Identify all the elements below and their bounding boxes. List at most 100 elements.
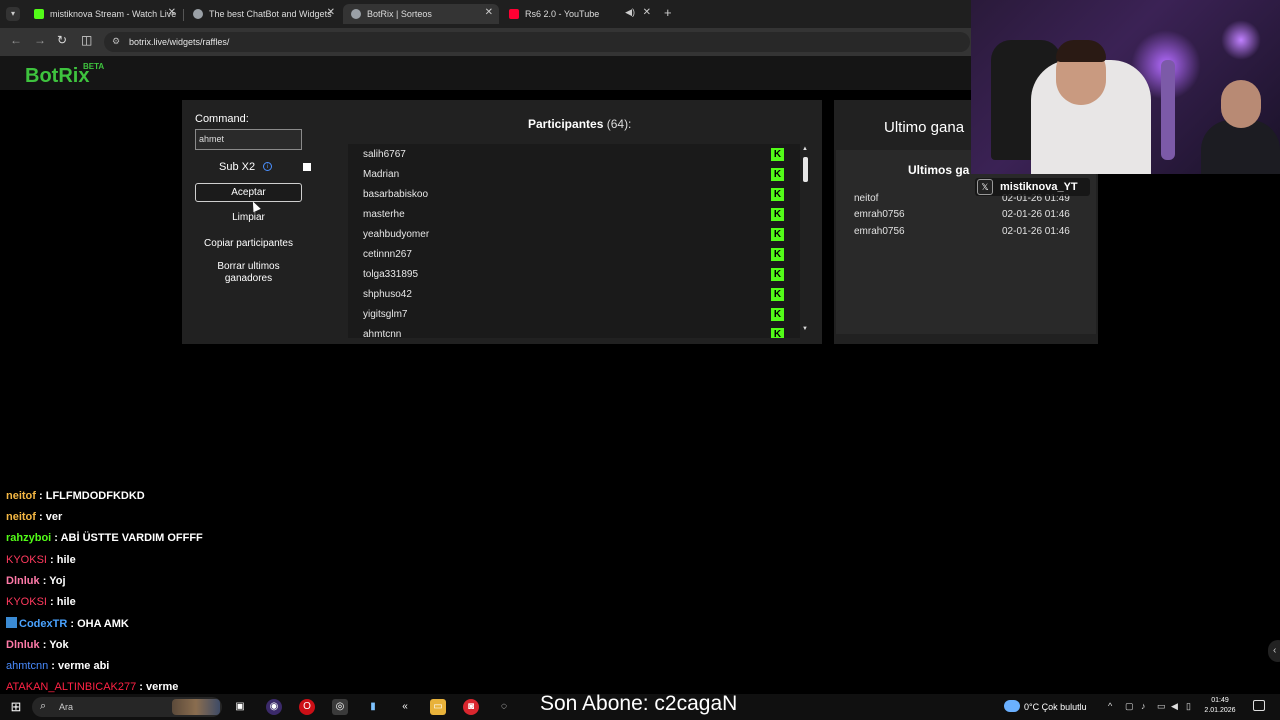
- address-bar[interactable]: ⚙ botrix.live/widgets/raffles/: [104, 32, 970, 52]
- tab-search-dropdown[interactable]: ▾: [6, 7, 20, 21]
- botrix-logo[interactable]: BotRix: [25, 65, 89, 88]
- capcut-icon[interactable]: «: [397, 699, 413, 715]
- windows-start-icon[interactable]: ⊞: [8, 699, 24, 715]
- participant-name: tolga331895: [363, 269, 419, 280]
- accept-button[interactable]: Aceptar: [195, 183, 302, 202]
- winner-name: emrah0756: [854, 209, 905, 220]
- chat-line: CodexTR : OHA AMK: [6, 617, 129, 630]
- last-winner-title: Ultimo gana: [884, 119, 965, 136]
- url-text[interactable]: botrix.live/widgets/raffles/: [129, 37, 229, 47]
- chat-line: ATAKAN_ALTINBICAK277 : verme: [6, 681, 178, 693]
- tab-botrix-sorteos[interactable]: BotRix | Sorteos ✕: [343, 4, 499, 24]
- clear-button[interactable]: Limpiar: [195, 212, 302, 223]
- notification-icon[interactable]: [1253, 700, 1265, 711]
- kick-platform-icon: K: [771, 148, 784, 161]
- tray-app-icon[interactable]: ▢: [1125, 701, 1134, 712]
- file-explorer-icon[interactable]: ▭: [430, 699, 446, 715]
- chat-line: rahzyboi : ABİ ÜSTTE VARDIM OFFFF: [6, 532, 203, 544]
- app-icon[interactable]: ▮: [365, 699, 381, 715]
- chat-user: ahmtcnn: [6, 660, 49, 672]
- weather-cloud-icon[interactable]: [1004, 700, 1020, 712]
- split-view-icon[interactable]: ◫: [81, 33, 92, 47]
- obs-icon[interactable]: ◌: [496, 699, 512, 715]
- taskbar-search[interactable]: ⌕ Ara: [32, 697, 222, 717]
- participant-row: salih6767 K: [363, 144, 793, 164]
- tab-close-icon[interactable]: ✕: [327, 7, 335, 18]
- participant-name: shphuso42: [363, 289, 412, 300]
- tab-close-icon[interactable]: ✕: [168, 7, 176, 18]
- speaker-icon[interactable]: ◀): [625, 7, 635, 18]
- chat-user: KYOKSI: [6, 596, 47, 608]
- last-winners-title: Ultimos ga: [908, 163, 970, 177]
- winner-date: 02-01-26 01:46: [1002, 226, 1070, 237]
- copy-participants-button[interactable]: Copiar participantes: [195, 238, 302, 249]
- network-icon[interactable]: ▭: [1157, 701, 1166, 712]
- tab-kick-stream[interactable]: mistiknova Stream - Watch Live ✕: [26, 4, 182, 24]
- participants-list[interactable]: salih6767 K Madrian K basarbabiskoo K ma…: [348, 144, 800, 338]
- tab-title: The best ChatBot and Widgets: [209, 9, 332, 19]
- chat-message: : LFLFMDODFKDKD: [39, 490, 145, 502]
- participant-name: yigitsglm7: [363, 309, 408, 320]
- kick-platform-icon: K: [771, 288, 784, 301]
- forward-icon[interactable]: →: [34, 33, 46, 47]
- side-expand-icon[interactable]: ‹: [1268, 640, 1280, 662]
- scrollbar-thumb[interactable]: [803, 157, 808, 182]
- scroll-down-arrow-icon[interactable]: ▼: [802, 326, 808, 332]
- delete-last-winners-button[interactable]: Borrar ultimos ganadores: [195, 261, 302, 285]
- chrome-icon[interactable]: ◎: [332, 699, 348, 715]
- scroll-up-arrow-icon[interactable]: ▲: [802, 146, 808, 152]
- tab-botrix-home[interactable]: The best ChatBot and Widgets ✕: [185, 4, 341, 24]
- clock-date: 2.01.2026: [1204, 707, 1236, 714]
- microphone-icon[interactable]: ♪: [1141, 701, 1146, 711]
- participants-count: (64):: [606, 117, 632, 131]
- streamer-hair: [1056, 40, 1106, 62]
- taskbar-clock[interactable]: 01:49 2.01.2026: [1200, 696, 1240, 716]
- screen: ▾ mistiknova Stream - Watch Live ✕ The b…: [0, 0, 1280, 720]
- chat-overlay: neitof : LFLFMDODFKDKD neitof : ver rahz…: [0, 466, 600, 696]
- chat-badge-icon: [6, 617, 17, 628]
- weather-text[interactable]: 0°C Çok bulutlu: [1024, 702, 1087, 712]
- command-input[interactable]: ahmet: [195, 129, 302, 150]
- chat-user: rahzyboi: [6, 532, 52, 544]
- streaming-app-icon[interactable]: ◙: [463, 699, 479, 715]
- battery-icon[interactable]: ▯: [1186, 701, 1191, 712]
- participant-name: salih6767: [363, 149, 406, 160]
- kick-platform-icon: K: [771, 248, 784, 261]
- command-label: Command:: [195, 113, 249, 125]
- tab-youtube[interactable]: Rs6 2.0 - YouTube ◀) ✕: [501, 4, 657, 24]
- last-subscriber-banner: Son Abone: c2cagaN: [540, 692, 738, 715]
- chat-user: CodexTR: [19, 618, 68, 630]
- tab-close-icon[interactable]: ✕: [643, 7, 651, 18]
- chat-line: ahmtcnn : verme abi: [6, 660, 109, 672]
- site-info-icon[interactable]: ⚙: [112, 36, 120, 47]
- chat-user: neitof: [6, 511, 36, 523]
- beta-badge: BETA: [83, 62, 105, 71]
- volume-icon[interactable]: ◀: [1171, 701, 1178, 712]
- youtube-favicon-icon: [509, 9, 519, 19]
- tray-expand-icon[interactable]: ^: [1108, 701, 1112, 711]
- chat-user: ATAKAN_ALTINBICAK277: [6, 681, 137, 693]
- chat-user: Dlnluk: [6, 639, 40, 651]
- tab-close-icon[interactable]: ✕: [485, 7, 493, 18]
- sub-x2-checkbox[interactable]: [303, 163, 311, 171]
- purple-light: [1221, 20, 1261, 60]
- participant-name: yeahbudyomer: [363, 229, 430, 240]
- info-icon[interactable]: i: [263, 162, 272, 171]
- chat-line: neitof : LFLFMDODFKDKD: [6, 490, 145, 502]
- participant-row: shphuso42 K: [363, 284, 793, 304]
- reload-icon[interactable]: ↻: [57, 33, 67, 47]
- task-view-icon[interactable]: ▣: [232, 699, 248, 715]
- back-icon[interactable]: ←: [10, 33, 22, 47]
- chat-user: KYOKSI: [6, 554, 47, 566]
- guest-head: [1221, 80, 1261, 128]
- search-highlight-image: [172, 699, 220, 715]
- new-tab-button[interactable]: +: [664, 5, 672, 20]
- tab-title: BotRix | Sorteos: [367, 9, 432, 19]
- chat-line: KYOKSI : hile: [6, 596, 76, 608]
- kick-platform-icon: K: [771, 168, 784, 181]
- discord-icon[interactable]: ◉: [266, 699, 282, 715]
- winner-name: emrah0756: [854, 226, 905, 237]
- winner-date: 02-01-26 01:46: [1002, 209, 1070, 220]
- opera-icon[interactable]: O: [299, 699, 315, 715]
- sub-x2-label: Sub X2: [219, 161, 256, 173]
